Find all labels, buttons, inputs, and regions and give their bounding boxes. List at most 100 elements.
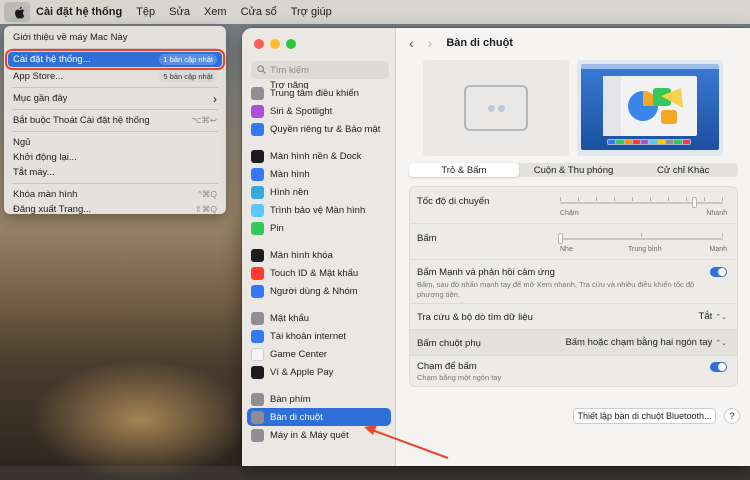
gesture-preview	[423, 60, 723, 156]
close-window-button[interactable]	[254, 39, 264, 49]
battery-icon	[251, 221, 264, 235]
sidebar-item-label: Mật khẩu	[270, 312, 310, 324]
sidebar-item[interactable]: Màn hình nền & Dock	[247, 147, 391, 165]
dock-preview	[607, 139, 691, 145]
sidebar-item-label: Pin	[270, 222, 284, 234]
sidebar-item[interactable]: Bàn phím	[247, 390, 391, 408]
click-slider[interactable]	[560, 238, 723, 240]
at-icon	[251, 329, 264, 343]
menu-window[interactable]: Cửa sổ	[241, 6, 277, 18]
sidebar-item-label: Trung tâm điều khiển	[270, 87, 359, 99]
tab-scroll-zoom[interactable]: Cuộn & Thu phóng	[519, 163, 629, 177]
display-icon	[251, 167, 264, 181]
slider-tick	[641, 233, 642, 237]
tap-to-click-row: Chạm để bấm Chạm bằng một ngón tay	[410, 356, 737, 386]
menu-item-lock-screen[interactable]: Khóa màn hình ^⌘Q	[4, 187, 226, 202]
forward-button[interactable]: ›	[428, 35, 433, 51]
menu-item-restart[interactable]: Khởi động lại...	[4, 150, 226, 165]
update-badge: 5 bản cập nhật	[159, 71, 217, 82]
slider-min-label: Chậm	[560, 210, 579, 217]
menu-view[interactable]: Xem	[204, 6, 227, 18]
click-label: Bấm	[417, 233, 437, 244]
apple-logo-icon[interactable]	[12, 5, 26, 19]
sidebar-item-label: Trình bảo vệ Màn hình	[270, 204, 366, 216]
tab-bar: Trỏ & Bấm Cuộn & Thu phóng Cử chỉ Khác	[409, 163, 738, 177]
menu-separator	[12, 109, 218, 110]
tracking-ticks	[560, 197, 723, 201]
screensaver-icon	[251, 203, 264, 217]
key-icon	[251, 311, 264, 325]
slider-tick	[596, 197, 597, 201]
tab-point-click[interactable]: Trỏ & Bấm	[409, 163, 519, 177]
slider-tick	[722, 233, 723, 237]
trackpad-preview	[423, 60, 569, 156]
menu-help[interactable]: Trợ giúp	[291, 6, 332, 18]
desktop-dock-icon	[251, 149, 264, 163]
menu-item-sleep[interactable]: Ngủ	[4, 135, 226, 150]
menu-item-label: Giới thiệu về máy Mac Này	[13, 32, 128, 43]
menu-item-system-settings[interactable]: Cài đặt hệ thống... 1 bản cập nhật	[5, 49, 225, 70]
sidebar-item-label: Hình nền	[270, 186, 309, 198]
tap-to-click-toggle[interactable]	[710, 362, 727, 372]
zoom-window-button[interactable]	[286, 39, 296, 49]
tab-more-gestures[interactable]: Cử chỉ Khác	[628, 163, 738, 177]
force-click-toggle[interactable]	[710, 267, 727, 277]
slider-tick	[578, 197, 579, 201]
sidebar-item[interactable]: Màn hình khóa	[247, 246, 391, 264]
force-click-label: Bấm Mạnh và phản hồi cảm ứng	[417, 267, 555, 278]
sidebar-item[interactable]: Pin	[247, 219, 391, 237]
secondary-click-popup[interactable]: Bấm hoặc chạm bằng hai ngón tay ⌃⌄	[565, 337, 727, 348]
sidebar-item[interactable]: Màn hình	[247, 165, 391, 183]
click-knob[interactable]	[558, 233, 563, 244]
desktop-preview-image	[581, 64, 719, 150]
sidebar-item[interactable]: Siri & Spotlight	[247, 102, 391, 120]
slider-max-label: Nhanh	[706, 210, 727, 217]
apple-menu-dropdown: Giới thiệu về máy Mac Này Cài đặt hệ thố…	[4, 26, 226, 217]
sidebar-item[interactable]: Người dùng & Nhóm	[247, 282, 391, 300]
sidebar-item[interactable]: Touch ID & Mật khẩu	[247, 264, 391, 282]
help-button[interactable]: ?	[724, 408, 740, 424]
trackpad-icon	[251, 410, 264, 424]
menu-item-force-quit[interactable]: Bắt buộc Thoát Cài đặt hệ thống ⌥⌘↩	[4, 113, 226, 128]
lookup-popup[interactable]: Tắt ⌃⌄	[699, 311, 727, 322]
slider-tick	[686, 197, 687, 201]
menu-file[interactable]: Tệp	[136, 6, 155, 18]
sidebar-item[interactable]: Tài khoản internet	[247, 327, 391, 345]
menu-separator	[12, 131, 218, 132]
sidebar-item[interactable]: Quyền riêng tư & Bảo mật	[247, 120, 391, 138]
menu-item-recent[interactable]: Mục gần đây ›	[4, 91, 226, 106]
tracking-speed-slider[interactable]	[560, 202, 723, 204]
tap-to-click-label: Chạm để bấm	[417, 361, 477, 372]
sidebar-item[interactable]: Máy in & Máy quét	[247, 426, 391, 444]
printer-icon	[251, 428, 264, 442]
slider-tick	[650, 197, 651, 201]
sidebar-item[interactable]: Mật khẩu	[247, 309, 391, 327]
back-button[interactable]: ‹	[409, 35, 414, 51]
bluetooth-trackpad-setup-button[interactable]: Thiết lập bàn di chuột Bluetooth...	[573, 408, 716, 424]
menu-item-about[interactable]: Giới thiệu về máy Mac Này	[4, 30, 226, 45]
menu-item-app-store[interactable]: App Store... 5 bản cập nhật	[4, 69, 226, 84]
click-row: Bấm Nhẹ Trung bình Mạnh	[410, 224, 737, 260]
sidebar-item[interactable]: Hình nền	[247, 183, 391, 201]
sidebar-item[interactable]: Bàn di chuột	[247, 408, 391, 426]
menu-app-name[interactable]: Cài đặt hệ thống	[36, 6, 122, 18]
sidebar-list: Trung tâm điều khiển Siri & Spotlight Quyề…	[247, 84, 391, 444]
tracking-speed-knob[interactable]	[691, 197, 697, 208]
sidebar-item[interactable]: Trung tâm điều khiển	[247, 84, 391, 102]
menu-edit[interactable]: Sửa	[169, 6, 190, 18]
menu-item-label: Đăng xuất Trang...	[13, 204, 92, 215]
page-title: Bàn di chuột	[446, 37, 513, 49]
search-field[interactable]: Tìm kiếm	[251, 61, 389, 79]
secondary-click-label: Bấm chuột phụ	[417, 338, 481, 349]
sidebar-item[interactable]: Ví & Apple Pay	[247, 363, 391, 381]
menu-item-shutdown[interactable]: Tắt máy...	[4, 165, 226, 180]
minimize-window-button[interactable]	[270, 39, 280, 49]
slider-tick	[632, 197, 633, 201]
menu-item-logout[interactable]: Đăng xuất Trang... ⇧⌘Q	[4, 202, 226, 217]
system-settings-window: Tìm kiếm Trợ năng Trung tâm điều khiển Si…	[242, 28, 750, 466]
toolbar: ‹ › Bàn di chuột	[397, 28, 750, 58]
sidebar-item[interactable]: Game Center	[247, 345, 391, 363]
sidebar-item-label: Màn hình khóa	[270, 249, 333, 261]
sidebar-item[interactable]: Trình bảo vệ Màn hình	[247, 201, 391, 219]
